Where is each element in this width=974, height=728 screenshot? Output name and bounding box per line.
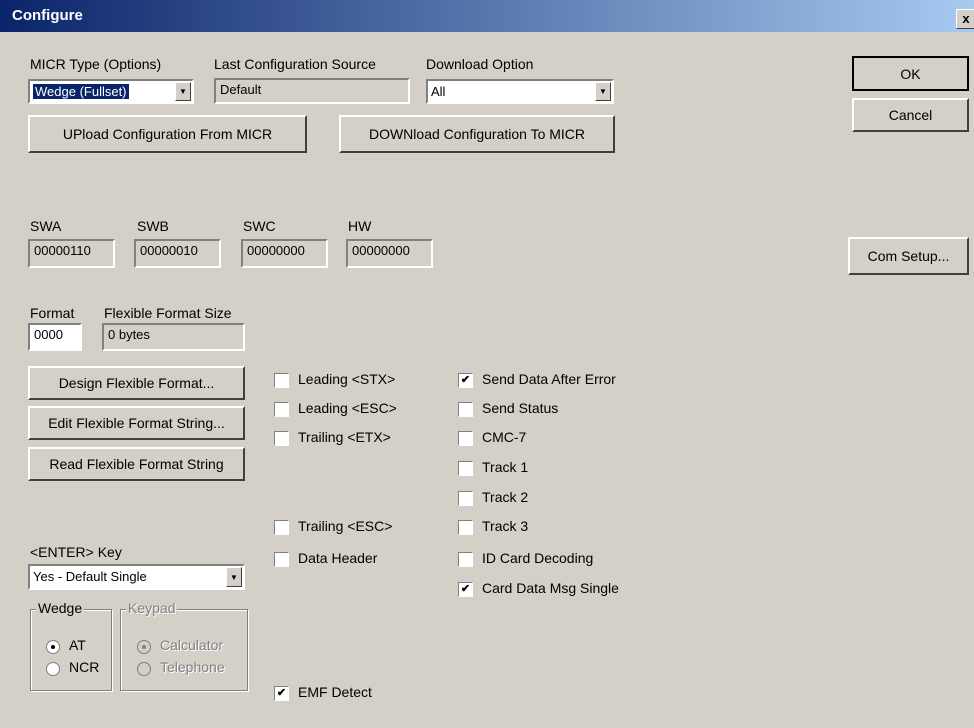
format-input[interactable]: 0000: [28, 323, 82, 351]
com-setup-button[interactable]: Com Setup...: [848, 237, 969, 275]
track3-checkbox[interactable]: [458, 520, 473, 535]
keypad-group-title: Keypad: [126, 600, 178, 616]
id-card-decoding-label: ID Card Decoding: [482, 550, 594, 566]
leading-esc-checkbox[interactable]: [274, 402, 289, 417]
keypad-calculator-radio: [137, 640, 151, 654]
trailing-esc-label: Trailing <ESC>: [298, 518, 393, 534]
swb-field: 00000010: [134, 239, 221, 268]
format-label: Format: [30, 305, 75, 321]
swc-label: SWC: [243, 218, 276, 234]
design-flexible-format-button[interactable]: Design Flexible Format...: [28, 366, 245, 400]
enter-key-select[interactable]: Yes - Default Single ▼: [28, 564, 245, 590]
card-data-msg-single-checkbox[interactable]: ✔: [458, 582, 473, 597]
leading-stx-checkbox[interactable]: [274, 373, 289, 388]
chevron-down-icon[interactable]: ▼: [226, 567, 242, 587]
swc-field: 00000000: [241, 239, 328, 268]
trailing-etx-checkbox[interactable]: [274, 431, 289, 446]
leading-esc-label: Leading <ESC>: [298, 400, 397, 416]
chevron-down-icon[interactable]: ▼: [175, 82, 191, 101]
track3-label: Track 3: [482, 518, 529, 534]
wedge-ncr-label: NCR: [69, 659, 100, 675]
hw-field: 00000000: [346, 239, 433, 268]
keypad-telephone-label: Telephone: [160, 659, 225, 675]
title-bar: [0, 0, 974, 32]
download-option-label: Download Option: [426, 56, 534, 72]
send-status-checkbox[interactable]: [458, 402, 473, 417]
cmc7-label: CMC-7: [482, 429, 527, 445]
wedge-at-radio[interactable]: [46, 640, 60, 654]
download-config-button[interactable]: DOWNload Configuration To MICR: [339, 115, 615, 153]
wedge-group-title: Wedge: [36, 600, 85, 616]
edit-flexible-format-button[interactable]: Edit Flexible Format String...: [28, 406, 245, 440]
trailing-etx-label: Trailing <ETX>: [298, 429, 391, 445]
keypad-calculator-label: Calculator: [160, 637, 224, 653]
wedge-at-label: AT: [69, 637, 86, 653]
cmc7-checkbox[interactable]: [458, 431, 473, 446]
data-header-checkbox[interactable]: [274, 552, 289, 567]
keypad-telephone-radio: [137, 662, 151, 676]
send-status-label: Send Status: [482, 400, 559, 416]
trailing-esc-checkbox[interactable]: [274, 520, 289, 535]
swb-label: SWB: [137, 218, 169, 234]
emf-detect-checkbox[interactable]: ✔: [274, 686, 289, 701]
track1-checkbox[interactable]: [458, 461, 473, 476]
leading-stx-label: Leading <STX>: [298, 371, 396, 387]
track2-label: Track 2: [482, 489, 529, 505]
micr-type-value: Wedge (Fullset): [33, 84, 129, 99]
read-flexible-format-button[interactable]: Read Flexible Format String: [28, 447, 245, 481]
swa-field: 00000110: [28, 239, 115, 268]
chevron-down-icon[interactable]: ▼: [595, 82, 611, 101]
window-title: Configure: [12, 7, 83, 24]
emf-detect-label: EMF Detect: [298, 684, 372, 700]
send-data-after-error-checkbox[interactable]: ✔: [458, 373, 473, 388]
enter-key-label: <ENTER> Key: [30, 544, 122, 560]
cancel-button[interactable]: Cancel: [852, 98, 969, 132]
wedge-ncr-radio[interactable]: [46, 662, 60, 676]
enter-key-value: Yes - Default Single: [33, 569, 147, 584]
download-option-select[interactable]: All ▼: [426, 79, 614, 104]
swa-label: SWA: [30, 218, 62, 234]
ff-size-field: 0 bytes: [102, 323, 245, 351]
id-card-decoding-checkbox[interactable]: [458, 552, 473, 567]
last-source-field: Default: [214, 78, 410, 104]
micr-type-label: MICR Type (Options): [30, 56, 162, 72]
last-source-label: Last Configuration Source: [214, 56, 376, 72]
ff-size-label: Flexible Format Size: [104, 305, 232, 321]
hw-label: HW: [348, 218, 372, 234]
card-data-msg-single-label: Card Data Msg Single: [482, 580, 619, 596]
data-header-label: Data Header: [298, 550, 378, 566]
upload-config-button[interactable]: UPload Configuration From MICR: [28, 115, 307, 153]
track2-checkbox[interactable]: [458, 491, 473, 506]
close-button[interactable]: x: [956, 9, 974, 29]
download-option-value: All: [431, 84, 446, 99]
micr-type-select[interactable]: Wedge (Fullset) ▼: [28, 79, 194, 104]
send-data-after-error-label: Send Data After Error: [482, 371, 616, 387]
track1-label: Track 1: [482, 459, 529, 475]
ok-button[interactable]: OK: [852, 56, 969, 91]
